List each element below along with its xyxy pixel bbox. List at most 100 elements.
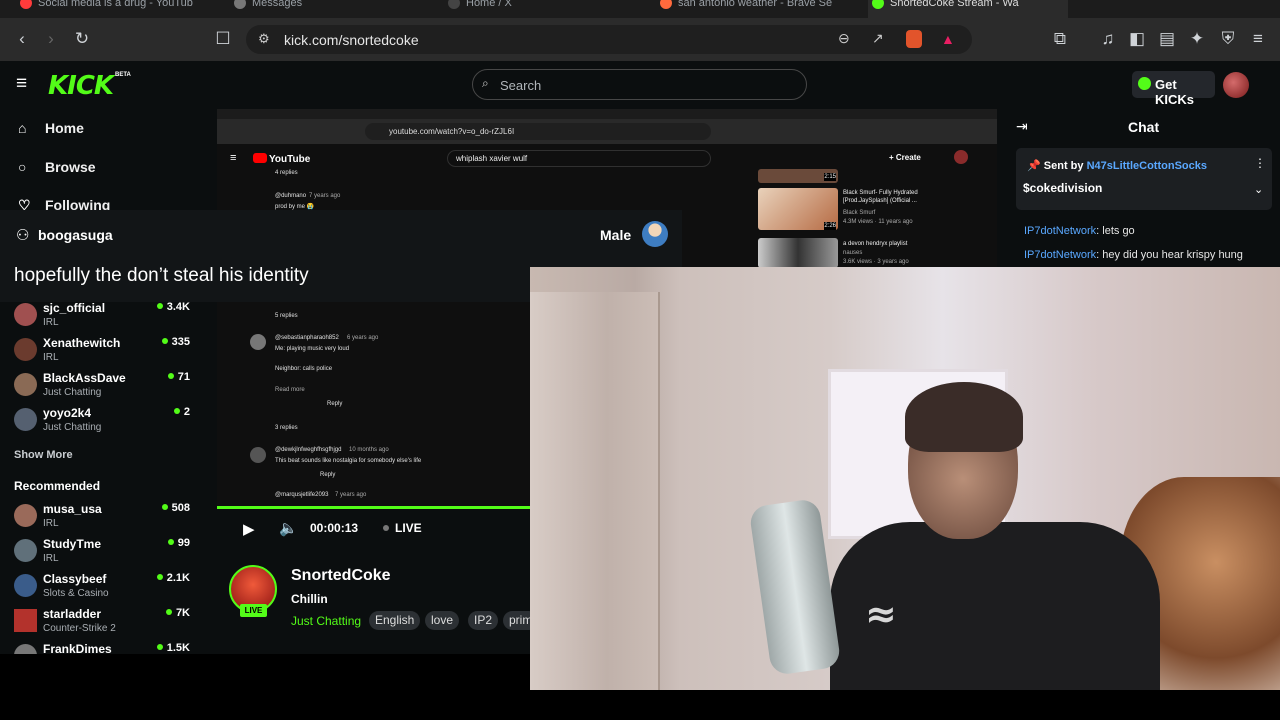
viewer-count-value: 335 — [171, 336, 190, 348]
comment-author: @dewkjlnfweghfhsgfhjgd — [275, 447, 342, 453]
back-icon[interactable]: ‹ — [11, 28, 33, 50]
volume-icon[interactable]: 🔈 — [279, 519, 298, 537]
get-kicks-button[interactable]: Get KICKs — [1132, 71, 1215, 107]
player-controls: ▶ 🔈 00:00:13 LIVE — [217, 506, 530, 550]
channel-item[interactable]: musa_usa IRL 508 — [14, 502, 194, 536]
comment-author: @sebastianpharaoh852 — [275, 335, 339, 341]
channel-avatar — [14, 338, 37, 361]
kick-favicon-icon — [872, 0, 884, 9]
youtube-create-label: Create — [895, 153, 921, 162]
screenshot-icon[interactable]: ⧉ — [1049, 28, 1071, 50]
show-more-link[interactable]: Show More — [14, 449, 73, 461]
tab-label: Messages — [252, 0, 303, 9]
more-options-icon[interactable]: ⋮ — [1254, 156, 1266, 170]
browser-tab-strip: Social media is a drug - YouTub Messages… — [0, 0, 1280, 18]
chat-username[interactable]: IP7dotNetwork — [1024, 249, 1096, 261]
play-icon[interactable]: ▶ — [243, 520, 255, 538]
vpn-icon[interactable]: ⛨ — [1217, 28, 1239, 50]
youtube-logo: YouTube — [253, 153, 310, 165]
browser-tab[interactable]: Social media is a drug - YouTub — [16, 0, 206, 18]
channel-item[interactable]: Xenathewitch IRL 335 — [14, 336, 194, 370]
browser-tab[interactable]: Home / X — [444, 0, 644, 18]
leo-ai-icon[interactable]: ✦ — [1186, 28, 1208, 50]
nav-home[interactable]: ⌂ Home — [18, 120, 84, 136]
comment-author: @duhmano — [275, 193, 307, 199]
zoom-icon[interactable]: ⊖ — [838, 30, 850, 47]
viewer-count-value: 3.4K — [166, 301, 190, 313]
channel-item[interactable]: BlackAssDave Just Chatting 71 — [14, 371, 194, 405]
channel-category: IRL — [43, 553, 59, 564]
site-settings-icon[interactable]: ⚙ — [258, 31, 270, 47]
reload-icon[interactable]: ↻ — [71, 28, 93, 50]
channel-item[interactable]: sjc_official IRL 3.4K — [14, 301, 194, 335]
user-icon: ⚇ — [16, 227, 30, 244]
live-indicator[interactable]: LIVE — [383, 521, 422, 535]
live-dot-icon — [165, 609, 172, 615]
captured-url: youtube.com/watch?v=o_do-rZJL6I — [365, 123, 711, 140]
tab-label: Social media is a drug - YouTub — [38, 0, 193, 9]
related-meta: 4.3M views · 11 years ago — [843, 219, 913, 225]
progress-bar[interactable] — [217, 506, 530, 509]
url-text[interactable]: kick.com/snortedcoke — [284, 32, 419, 48]
channel-item[interactable]: Classybeef Slots & Casino 2.1K — [14, 572, 194, 606]
stream-category[interactable]: Just Chatting — [291, 614, 361, 628]
hamburger-menu-icon[interactable]: ≡ — [16, 73, 27, 95]
captured-toolbar: youtube.com/watch?v=o_do-rZJL6I — [217, 119, 997, 144]
search-placeholder: Search — [500, 78, 542, 93]
live-dot-icon — [161, 504, 168, 510]
media-icon[interactable]: ♫ — [1097, 28, 1119, 50]
stream-tag[interactable]: IP2 — [468, 611, 499, 630]
closet-door — [530, 292, 660, 690]
sidebar: ⌂ Home ○ Browse ♡ Following sjc_official IRL… — [0, 109, 205, 654]
search-input[interactable]: ⌕ Search — [472, 69, 807, 100]
wallet-icon[interactable]: ▤ — [1156, 28, 1178, 50]
streamer-name[interactable]: SnortedCoke — [291, 567, 391, 585]
viewer-count: 71 — [167, 371, 190, 383]
live-dot-icon — [167, 539, 174, 545]
chat-panel: ⇥ Chat 📌 Sent by N47sLittleCottonSocks $… — [1008, 109, 1280, 267]
brave-rewards-icon[interactable]: ▲ — [941, 31, 955, 47]
viewer-count: 508 — [161, 502, 190, 514]
address-bar[interactable]: ⚙ kick.com/snortedcoke ⊖ ↗ ▲ — [246, 25, 972, 54]
sidebar-icon[interactable]: ◧ — [1126, 28, 1148, 50]
brave-shields-icon[interactable] — [906, 30, 922, 48]
stream-title: Chillin — [291, 592, 328, 606]
collapse-chat-icon[interactable]: ⇥ — [1016, 118, 1028, 135]
stream-tag[interactable]: English — [369, 611, 421, 630]
viewer-count: 7K — [165, 607, 190, 619]
browse-icon: ○ — [18, 159, 27, 175]
webcam-overlay: ≈ — [530, 267, 1280, 690]
channel-name: yoyo2k4 — [43, 406, 92, 420]
stream-tag[interactable]: love — [425, 611, 460, 630]
pinned-by-user[interactable]: N47sLittleCottonSocks — [1087, 160, 1207, 172]
chat-username[interactable]: IP7dotNetwork — [1024, 225, 1096, 237]
chevron-down-icon[interactable]: ⌄ — [1254, 183, 1263, 196]
bookmark-icon[interactable]: ☐ — [212, 28, 234, 50]
channel-name: BlackAssDave — [43, 371, 126, 385]
channel-item[interactable]: yoyo2k4 Just Chatting 2 — [14, 406, 194, 440]
home-icon: ⌂ — [18, 120, 27, 136]
forward-icon[interactable]: › — [40, 28, 62, 50]
comment-text: Me: playing music very loud — [275, 346, 350, 352]
nav-browse[interactable]: ○ Browse — [18, 159, 96, 175]
letterbox-bottom — [0, 654, 530, 720]
channel-category: Counter-Strike 2 — [43, 623, 116, 634]
channel-item[interactable]: starladder Counter-Strike 2 7K — [14, 607, 194, 641]
chat-text: : lets go — [1096, 225, 1135, 237]
menu-icon[interactable]: ≡ — [1247, 28, 1269, 50]
live-dot-icon — [156, 303, 163, 309]
kick-logo[interactable]: KICK — [48, 71, 114, 101]
tab-label: SnortedCoke Stream - Wa — [890, 0, 1019, 9]
youtube-create: + Create — [889, 153, 921, 162]
tab-label: san antonio weather - Brave Se — [678, 0, 833, 9]
user-avatar[interactable] — [1223, 72, 1249, 98]
channel-item[interactable]: FrankDimes 1.5K — [14, 642, 194, 654]
channel-item[interactable]: StudyTme IRL 99 — [14, 537, 194, 571]
comment-time: 7 years ago — [309, 193, 341, 199]
live-dot-icon — [156, 644, 163, 650]
browser-tab[interactable]: san antonio weather - Brave Se — [656, 0, 856, 18]
browser-tab[interactable]: Messages — [230, 0, 430, 18]
share-icon[interactable]: ↗ — [872, 30, 884, 47]
stream-tag[interactable]: prim — [503, 611, 530, 630]
browser-tab-active[interactable]: SnortedCoke Stream - Wa — [868, 0, 1068, 18]
